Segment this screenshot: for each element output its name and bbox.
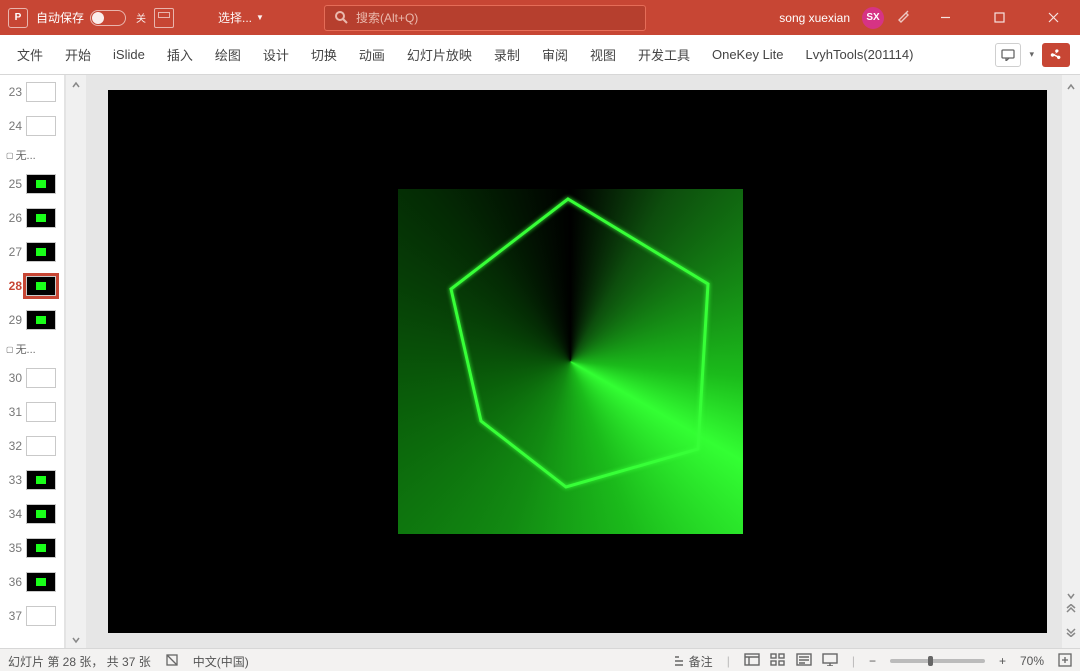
editor-scrollbar[interactable] [1062, 75, 1080, 648]
scroll-down-icon[interactable] [1063, 588, 1079, 604]
view-mode-buttons [744, 653, 838, 669]
tab-draw[interactable]: 绘图 [204, 35, 252, 74]
slideshow-view-icon[interactable] [822, 653, 838, 669]
slide-canvas[interactable] [108, 90, 1047, 633]
thumb-25[interactable]: 25 [0, 167, 64, 201]
zoom-level[interactable]: 70% [1020, 654, 1044, 668]
prev-slide-icon[interactable] [1065, 604, 1077, 619]
search-icon [335, 11, 348, 24]
tab-review[interactable]: 审阅 [531, 35, 579, 74]
chevron-down-icon[interactable]: ▾ [1029, 49, 1034, 60]
thumb-35[interactable]: 35 [0, 531, 64, 565]
tab-file[interactable]: 文件 [6, 35, 54, 74]
language-status[interactable]: 中文(中国) [193, 653, 249, 670]
tab-design[interactable]: 设计 [252, 35, 300, 74]
pen-icon[interactable] [896, 8, 912, 27]
slide-editor [86, 75, 1080, 648]
share-button[interactable] [1042, 43, 1070, 67]
tab-lvyhtools[interactable]: LvyhTools(201114) [795, 35, 925, 74]
thumb-30[interactable]: 30 [0, 361, 64, 395]
notes-button[interactable]: 备注 [673, 653, 713, 670]
qat-select-dropdown[interactable]: 选择... ▼ [218, 9, 264, 26]
reading-view-icon[interactable] [796, 653, 812, 669]
zoom-in-button[interactable]: + [999, 654, 1006, 668]
tab-animation[interactable]: 动画 [348, 35, 396, 74]
thumb-34[interactable]: 34 [0, 497, 64, 531]
tab-islide[interactable]: iSlide [102, 35, 156, 74]
hexagon-outline[interactable] [398, 189, 743, 534]
window-maximize-button[interactable] [978, 0, 1020, 35]
green-square[interactable] [398, 189, 743, 534]
scroll-down-icon[interactable] [68, 632, 84, 648]
autosave-label: 自动保存 [36, 9, 84, 26]
tab-transitions[interactable]: 切换 [300, 35, 348, 74]
save-icon[interactable] [154, 8, 174, 28]
status-bar: 幻灯片 第 28 张， 共 37 张 中文(中国) 备注 | | − + 70% [0, 648, 1080, 671]
scroll-up-icon[interactable] [68, 77, 84, 93]
window-close-button[interactable] [1032, 0, 1074, 35]
next-slide-icon[interactable] [1065, 625, 1077, 640]
thumb-29[interactable]: 29 [0, 303, 64, 337]
search-placeholder: 搜索(Alt+Q) [356, 9, 418, 26]
tab-insert[interactable]: 插入 [156, 35, 204, 74]
tab-onekey[interactable]: OneKey Lite [701, 35, 795, 74]
thumbnail-pane[interactable]: 23 24 ▢无... 25 26 27 28 29 ▢无... 30 31 3… [0, 75, 65, 648]
thumb-33[interactable]: 33 [0, 463, 64, 497]
chevron-down-icon: ▼ [256, 13, 264, 22]
section-header[interactable]: ▢无... [0, 337, 64, 361]
avatar[interactable]: SX [862, 7, 884, 29]
thumb-37[interactable]: 37 [0, 599, 64, 633]
thumb-31[interactable]: 31 [0, 395, 64, 429]
thumb-32[interactable]: 32 [0, 429, 64, 463]
thumb-26[interactable]: 26 [0, 201, 64, 235]
title-bar: P 自动保存 关 选择... ▼ 搜索(Alt+Q) song xuexian … [0, 0, 1080, 35]
fit-to-window-icon[interactable] [1058, 653, 1072, 670]
ribbon-tabs: 文件 开始 iSlide 插入 绘图 设计 切换 动画 幻灯片放映 录制 审阅 … [0, 35, 1080, 75]
search-box[interactable]: 搜索(Alt+Q) [324, 5, 646, 31]
client-area: 23 24 ▢无... 25 26 27 28 29 ▢无... 30 31 3… [0, 75, 1080, 648]
thumb-36[interactable]: 36 [0, 565, 64, 599]
autosave-state: 关 [136, 10, 146, 25]
tab-slideshow[interactable]: 幻灯片放映 [396, 35, 483, 74]
tab-developer[interactable]: 开发工具 [627, 35, 701, 74]
zoom-out-button[interactable]: − [869, 654, 876, 668]
autosave-toggle[interactable]: 自动保存 关 [36, 9, 146, 26]
accessibility-icon[interactable] [165, 653, 179, 670]
thumb-28[interactable]: 28 [0, 269, 64, 303]
tab-home[interactable]: 开始 [54, 35, 102, 74]
comments-button[interactable] [995, 43, 1021, 67]
tab-record[interactable]: 录制 [483, 35, 531, 74]
normal-view-icon[interactable] [744, 653, 760, 669]
thumbnail-scrollbar[interactable] [65, 75, 86, 648]
scroll-up-icon[interactable] [1063, 79, 1079, 95]
tab-view[interactable]: 视图 [579, 35, 627, 74]
slide-counter[interactable]: 幻灯片 第 28 张， 共 37 张 [8, 653, 151, 670]
app-icon: P [8, 8, 28, 28]
thumb-27[interactable]: 27 [0, 235, 64, 269]
sorter-view-icon[interactable] [770, 653, 786, 669]
thumb-23[interactable]: 23 [0, 75, 64, 109]
section-header[interactable]: ▢无... [0, 143, 64, 167]
window-minimize-button[interactable] [924, 0, 966, 35]
user-name[interactable]: song xuexian [779, 11, 850, 25]
zoom-slider[interactable] [890, 659, 985, 663]
thumb-24[interactable]: 24 [0, 109, 64, 143]
